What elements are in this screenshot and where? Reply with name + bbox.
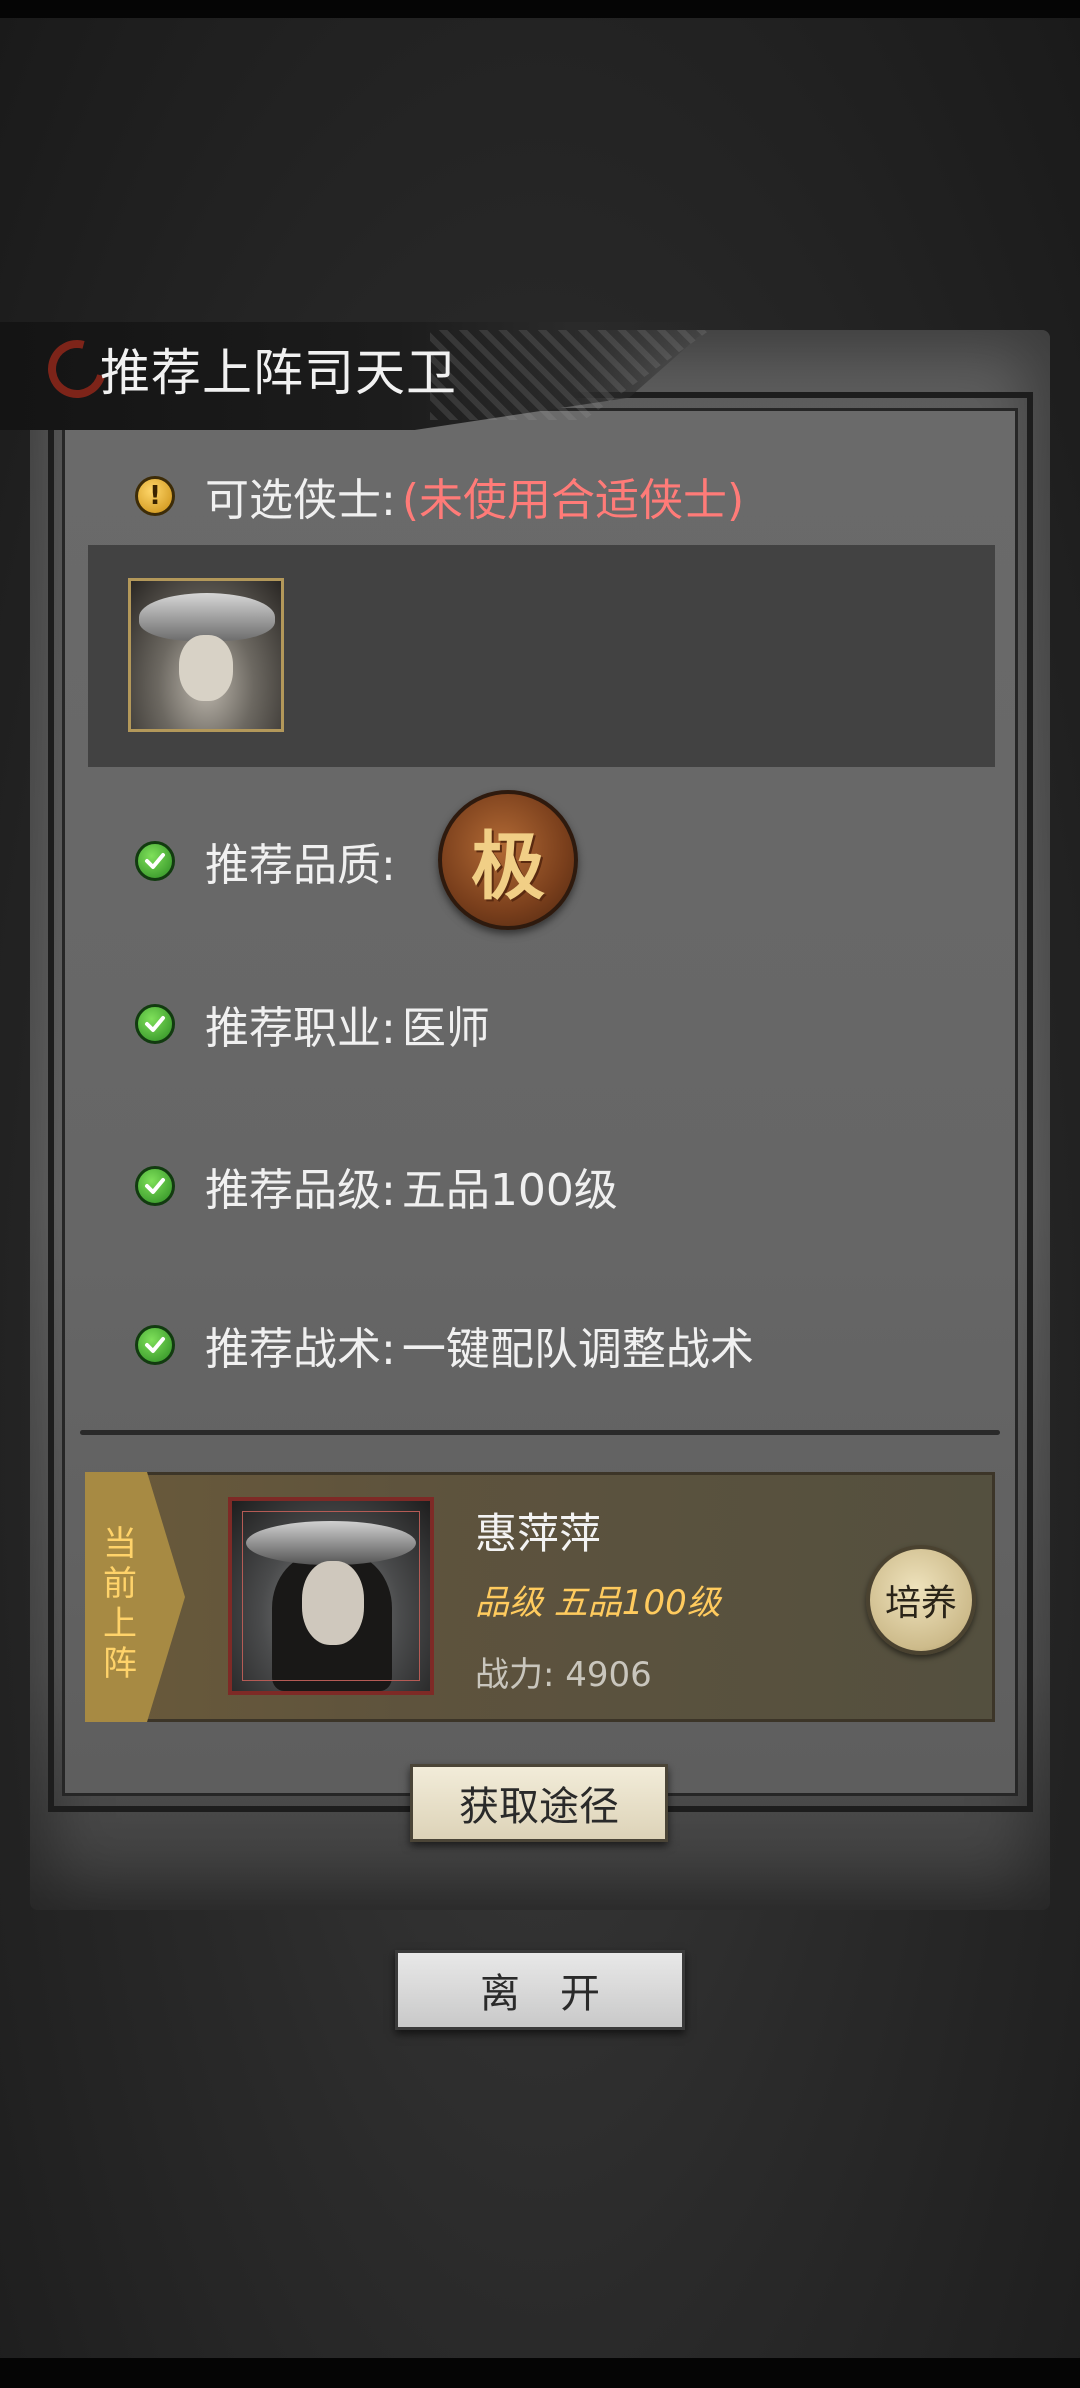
check-icon — [135, 1004, 175, 1044]
status-bar — [0, 0, 1080, 18]
train-button[interactable]: 培养 — [866, 1545, 976, 1655]
hero-thumbnail[interactable] — [128, 578, 284, 732]
rank-row: 推荐品级: 五品100级 — [135, 1154, 618, 1218]
tactics-suffix: 调整战术 — [577, 1324, 754, 1375]
warning-icon: ! — [135, 476, 175, 516]
current-tab-label: 当前上阵 — [103, 1524, 137, 1684]
check-icon — [135, 1166, 175, 1206]
current-hero-portrait[interactable] — [228, 1497, 434, 1695]
navigation-bar — [0, 2358, 1080, 2388]
quality-row: 推荐品质: — [135, 829, 396, 893]
divider — [80, 1430, 1000, 1435]
quality-badge-text: 极 — [471, 823, 545, 910]
available-heroes-label: 可选侠士: — [205, 475, 396, 526]
rank-label: 推荐品级: — [205, 1165, 396, 1216]
auto-team-link[interactable]: 一键配队 — [402, 1313, 578, 1377]
check-icon — [135, 841, 175, 881]
tactics-row: 推荐战术: 一键配队 调整战术 — [135, 1313, 754, 1377]
available-heroes-value: (未使用合适侠士) — [401, 475, 745, 526]
available-heroes-row: ! 可选侠士: (未使用合适侠士) — [135, 464, 744, 528]
hero-power: 战力: 4906 — [475, 1655, 652, 1695]
hero-name: 惠萍萍 — [475, 1509, 602, 1558]
leave-button[interactable]: 离开 — [395, 1950, 685, 2030]
rank-value: 五品100级 — [401, 1165, 618, 1216]
quality-badge: 极 — [438, 790, 578, 930]
hero-grade: 品级 五品100级 — [475, 1583, 721, 1623]
acquire-button[interactable]: 获取途径 — [410, 1764, 668, 1842]
check-icon — [135, 1325, 175, 1365]
quality-label: 推荐品质: — [205, 840, 396, 891]
tactics-label: 推荐战术: — [205, 1324, 396, 1375]
profession-label: 推荐职业: — [205, 1003, 396, 1054]
profession-value: 医师 — [401, 1003, 490, 1054]
dialog-title: 推荐上阵司天卫 — [100, 344, 457, 402]
profession-row: 推荐职业: 医师 — [135, 992, 490, 1056]
